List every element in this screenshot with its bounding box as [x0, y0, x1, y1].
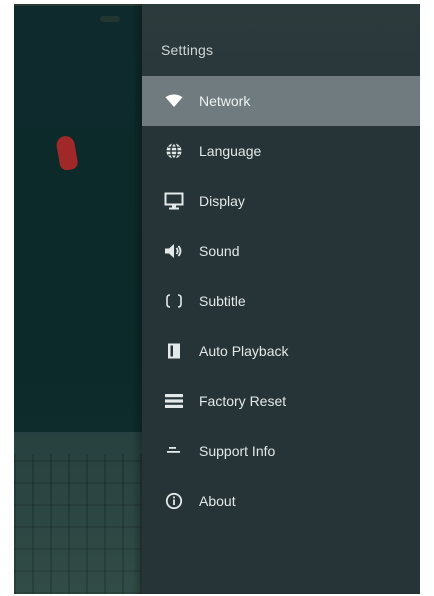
background-red-object	[55, 134, 79, 172]
globe-icon	[163, 140, 185, 162]
background-video	[14, 4, 146, 594]
support-icon	[163, 440, 185, 462]
menu-item-display[interactable]: Display	[142, 176, 420, 226]
settings-menu: Network Language Display Sound Subtitle …	[142, 76, 420, 526]
menu-item-auto-playback[interactable]: Auto Playback	[142, 326, 420, 376]
playback-icon	[163, 340, 185, 362]
menu-item-label: Display	[199, 193, 245, 209]
speaker-icon	[163, 240, 185, 262]
menu-item-factory-reset[interactable]: Factory Reset	[142, 376, 420, 426]
menu-item-about[interactable]: About	[142, 476, 420, 526]
menu-item-label: Network	[199, 93, 251, 109]
menu-item-label: About	[199, 493, 236, 509]
reset-list-icon	[163, 390, 185, 412]
wifi-icon	[163, 90, 185, 112]
menu-item-label: Auto Playback	[199, 343, 289, 359]
menu-item-network[interactable]: Network	[142, 76, 420, 126]
menu-item-subtitle[interactable]: Subtitle	[142, 276, 420, 326]
background-smudge	[100, 16, 120, 22]
menu-item-label: Language	[199, 143, 262, 159]
settings-panel: Settings Network Language Display Sound …	[142, 4, 420, 594]
monitor-icon	[163, 190, 185, 212]
menu-item-label: Subtitle	[199, 293, 246, 309]
background-edge	[14, 4, 146, 6]
menu-item-support-info[interactable]: Support Info	[142, 426, 420, 476]
menu-item-label: Sound	[199, 243, 240, 259]
menu-item-language[interactable]: Language	[142, 126, 420, 176]
menu-item-sound[interactable]: Sound	[142, 226, 420, 276]
screen: Settings Network Language Display Sound …	[14, 4, 420, 594]
panel-title: Settings	[161, 42, 214, 58]
panel-header: Settings	[142, 4, 420, 76]
background-pattern	[14, 454, 146, 594]
menu-item-label: Support Info	[199, 443, 276, 459]
brackets-icon	[163, 290, 185, 312]
menu-item-label: Factory Reset	[199, 393, 287, 409]
info-icon	[163, 490, 185, 512]
